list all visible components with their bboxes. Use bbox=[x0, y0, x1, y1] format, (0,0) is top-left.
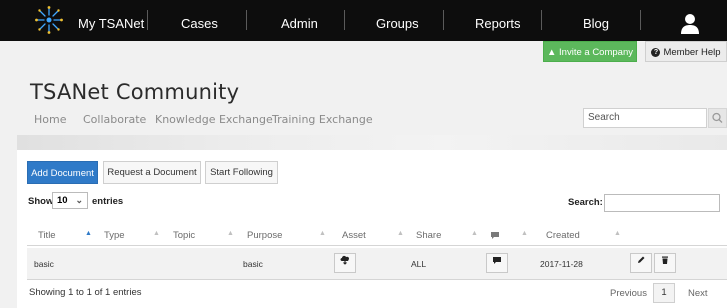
edit-button[interactable] bbox=[630, 253, 652, 273]
top-navbar: My TSANet Cases Admin Groups Reports Blo… bbox=[0, 0, 727, 41]
user-icon[interactable] bbox=[680, 13, 700, 35]
comment-icon bbox=[493, 257, 501, 264]
nav-cases[interactable]: Cases bbox=[181, 0, 218, 41]
nav-blog[interactable]: Blog bbox=[583, 0, 609, 41]
col-share[interactable]: Share bbox=[416, 230, 441, 241]
subnav-home[interactable]: Home bbox=[34, 113, 66, 126]
question-icon: ? bbox=[651, 47, 661, 57]
invite-company-label: Invite a Company bbox=[559, 47, 633, 58]
member-help-button[interactable]: ? Member Help bbox=[645, 41, 727, 62]
sort-icon: ▲ bbox=[319, 230, 326, 237]
cell-purpose: basic bbox=[243, 259, 263, 269]
nav-divider bbox=[541, 10, 542, 30]
sort-icon: ▲︎ bbox=[153, 230, 160, 237]
request-document-button[interactable]: Request a Document bbox=[103, 161, 201, 184]
col-asset[interactable]: Asset bbox=[342, 230, 366, 241]
send-icon: ▲ bbox=[547, 47, 557, 58]
sort-icon: ▲ bbox=[471, 230, 478, 237]
nav-divider bbox=[640, 10, 641, 30]
nav-divider bbox=[147, 10, 148, 30]
table-search-input[interactable] bbox=[604, 194, 720, 212]
sort-icon: ▲ bbox=[521, 230, 528, 237]
comment-icon[interactable] bbox=[490, 231, 500, 240]
pagination-next[interactable]: Next bbox=[688, 288, 708, 299]
nav-reports[interactable]: Reports bbox=[475, 0, 521, 41]
nav-admin[interactable]: Admin bbox=[281, 0, 318, 41]
cell-share: ALL bbox=[411, 259, 427, 269]
page-title: TSANet Community bbox=[30, 80, 240, 104]
table-row-divider bbox=[27, 279, 727, 280]
sort-icon: ▲ bbox=[397, 230, 404, 237]
col-title[interactable]: Title bbox=[38, 230, 56, 241]
delete-button[interactable] bbox=[654, 253, 676, 273]
start-following-button[interactable]: Start Following bbox=[205, 161, 278, 184]
table-search-label: Search: bbox=[568, 197, 603, 208]
chevron-down-icon: ⌄ bbox=[75, 195, 83, 205]
sort-icon: ▲ bbox=[614, 230, 621, 237]
table-header-divider bbox=[27, 245, 727, 246]
subnav-collaborate[interactable]: Collaborate bbox=[83, 113, 146, 126]
asset-download-button[interactable] bbox=[334, 253, 356, 273]
entries-per-page-value: 10 bbox=[57, 195, 68, 206]
pagination-page-1[interactable]: 1 bbox=[653, 283, 675, 303]
sort-asc-icon: ▲ bbox=[85, 230, 92, 237]
member-help-label: Member Help bbox=[663, 47, 721, 58]
table-info: Showing 1 to 1 of 1 entries bbox=[29, 287, 142, 298]
tsanet-logo-icon[interactable] bbox=[34, 5, 64, 35]
add-document-button[interactable]: Add Document bbox=[27, 161, 98, 184]
col-created[interactable]: Created bbox=[546, 230, 580, 241]
search-icon bbox=[712, 112, 723, 123]
invite-company-button[interactable]: ▲ Invite a Company bbox=[543, 41, 637, 62]
pagination-previous[interactable]: Previous bbox=[610, 288, 647, 299]
cell-title[interactable]: basic bbox=[34, 259, 54, 269]
cell-created: 2017-11-28 bbox=[540, 259, 583, 269]
entries-label: entries bbox=[92, 196, 124, 207]
search-button[interactable] bbox=[708, 108, 727, 128]
sort-icon: ▲ bbox=[227, 230, 234, 237]
nav-my-tsanet[interactable]: My TSANet bbox=[78, 0, 144, 41]
entries-per-page-select[interactable]: 10 ⌄ bbox=[52, 192, 88, 209]
nav-divider bbox=[443, 10, 444, 30]
col-purpose[interactable]: Purpose bbox=[247, 230, 282, 241]
cloud-download-icon bbox=[340, 255, 350, 265]
table-row bbox=[27, 248, 727, 279]
col-topic[interactable]: Topic bbox=[173, 230, 195, 241]
nav-divider bbox=[246, 10, 247, 30]
site-search-input[interactable]: Search bbox=[583, 108, 707, 128]
nav-divider bbox=[344, 10, 345, 30]
nav-groups[interactable]: Groups bbox=[376, 0, 419, 41]
subnav-training-exchange[interactable]: Training Exchange bbox=[272, 113, 373, 126]
comment-button[interactable] bbox=[486, 253, 508, 273]
subnav-knowledge-exchange[interactable]: Knowledge Exchange bbox=[155, 113, 273, 126]
pencil-icon bbox=[638, 256, 645, 263]
col-type[interactable]: Type bbox=[104, 230, 125, 241]
trash-icon bbox=[662, 256, 668, 264]
show-label: Show bbox=[28, 196, 54, 207]
